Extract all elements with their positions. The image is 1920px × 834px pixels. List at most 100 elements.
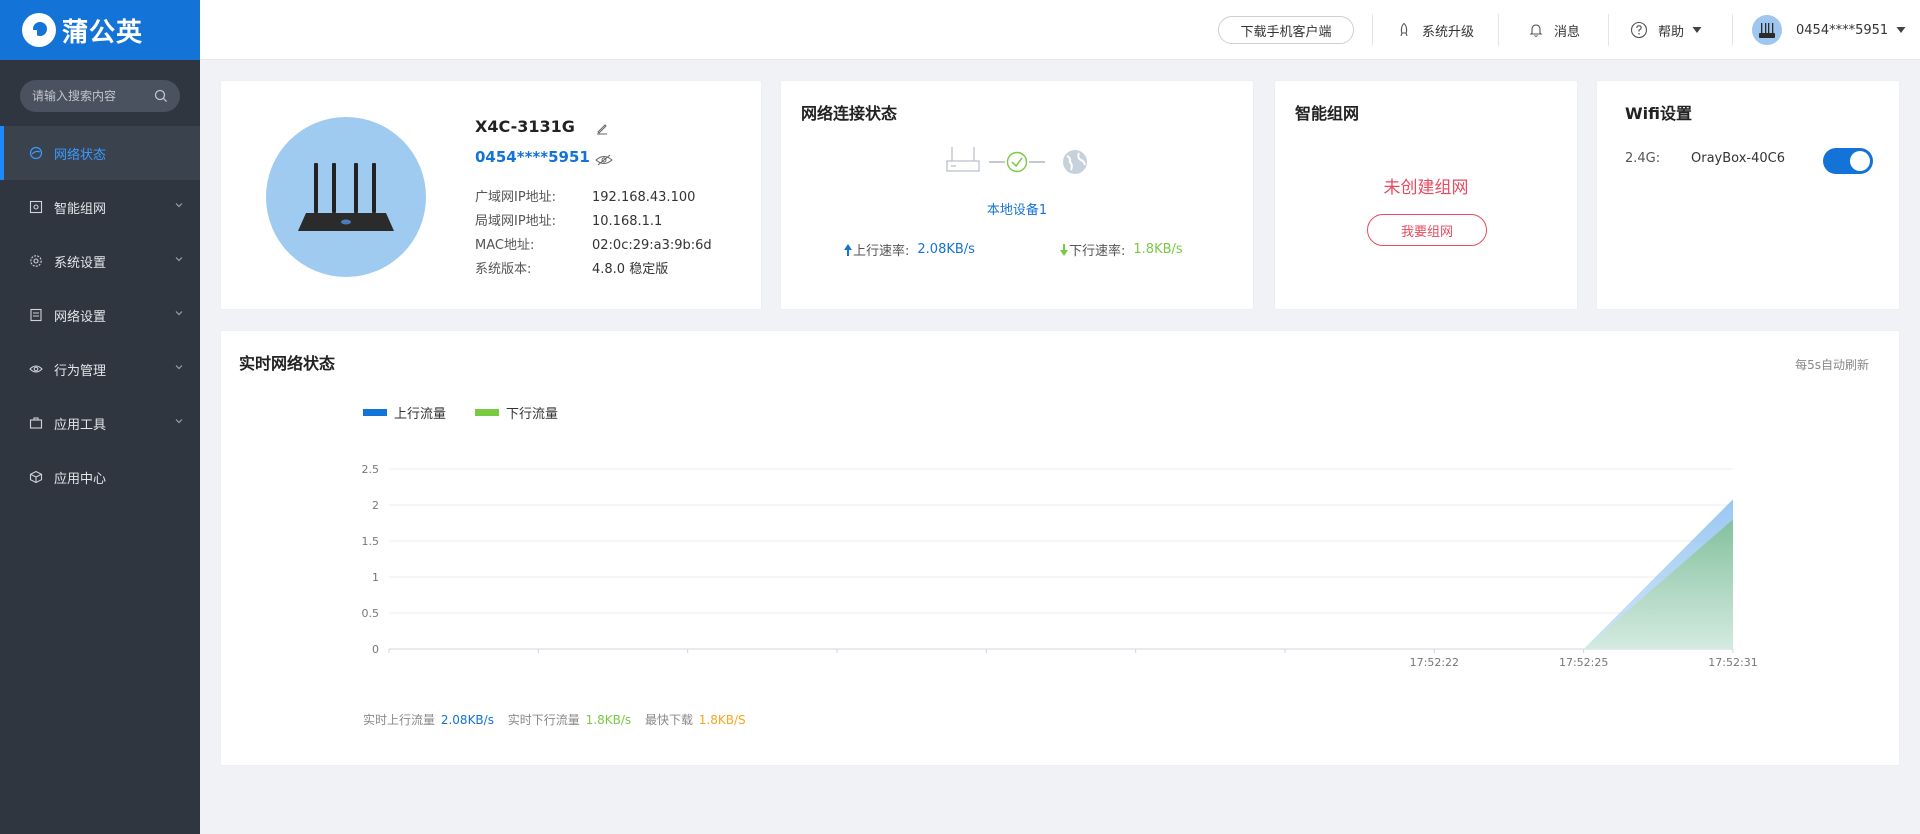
sidebar-item-system-settings[interactable]: 系统设置: [0, 234, 200, 288]
logo[interactable]: 蒲公英: [0, 0, 200, 60]
wifi-toggle[interactable]: [1823, 148, 1873, 174]
upgrade-label: 系统升级: [1422, 24, 1475, 40]
document-icon: [28, 307, 44, 323]
sidebar-item-app-center[interactable]: 应用中心: [0, 450, 200, 504]
network-status-icon: [28, 145, 44, 161]
sidebar-search: [20, 80, 180, 112]
header-divider: [1732, 14, 1733, 46]
download-app-button[interactable]: 下载手机客户端: [1218, 16, 1354, 44]
download-rate-label: 下行速率:: [1069, 244, 1126, 259]
router-device-icon: [946, 147, 980, 172]
x-tick-label: 17:52:31: [1708, 656, 1757, 669]
y-tick-label: 0.5: [362, 607, 380, 620]
sidebar-item-smart-network[interactable]: 智能组网: [0, 180, 200, 234]
info-value: 4.8.0 稳定版: [592, 262, 669, 277]
globe-icon: [1063, 150, 1087, 174]
header-divider: [1498, 14, 1499, 46]
info-value: 02:0c:29:a3:9b:6d: [592, 238, 712, 253]
sidebar-item-behavior-management[interactable]: 行为管理: [0, 342, 200, 396]
chevron-down-icon: [175, 365, 183, 370]
x-tick-label: 17:52:25: [1559, 656, 1608, 669]
account-name: 0454****5951: [1796, 22, 1889, 38]
info-label: 广域网IP地址:: [475, 190, 557, 205]
wifi-card: Wifi设置 2.4G: OrayBox-40C6: [1596, 80, 1900, 310]
y-tick-label: 2: [372, 499, 379, 512]
sidebar-item-network-settings[interactable]: 网络设置: [0, 288, 200, 342]
header-divider: [1608, 14, 1609, 46]
connected-check-icon: [989, 151, 1045, 173]
stat-up-label: 实时上行流量: [363, 713, 436, 727]
search-icon[interactable]: [154, 89, 168, 103]
cube-icon: [28, 469, 44, 485]
mac-row: MAC地址: 02:0c:29:a3:9b:6d: [475, 234, 712, 253]
rocket-icon: [1400, 22, 1408, 37]
sidebar: 蒲公英 网络状态 智能组网 系统设置 网络设置 行为管理: [0, 0, 200, 834]
search-input[interactable]: [32, 89, 154, 103]
top-header: 下载手机客户端 系统升级 消息 帮助 0454****5951: [200, 0, 1920, 60]
caret-down-icon: [1692, 27, 1702, 33]
account-menu[interactable]: 0454****5951: [1752, 0, 1906, 60]
sidebar-item-label: 网络状态: [54, 147, 107, 163]
logo-icon: [22, 13, 56, 47]
messages-button[interactable]: 消息: [1528, 0, 1580, 60]
device-id: 0454****5951: [475, 148, 590, 166]
toolbox-icon: [28, 415, 44, 431]
brand-name: 蒲公英: [62, 17, 144, 48]
caret-down-icon: [1896, 27, 1906, 33]
device-card: X4C-3131G 0454****5951 广域网IP地址: 192.168.4…: [220, 80, 762, 310]
sidebar-item-network-status[interactable]: 网络状态: [0, 126, 200, 180]
wifi-band: 2.4G:: [1625, 151, 1661, 166]
help-menu[interactable]: 帮助: [1630, 0, 1702, 60]
edit-icon[interactable]: [595, 121, 609, 135]
messages-label: 消息: [1554, 24, 1581, 40]
eye-slash-icon[interactable]: [595, 153, 613, 167]
upload-rate-label: 上行速率:: [853, 244, 910, 259]
router-image: [266, 117, 426, 277]
arrow-down-icon: [1060, 243, 1068, 256]
info-label: MAC地址:: [475, 238, 535, 253]
sidebar-item-label: 系统设置: [54, 255, 107, 271]
wifi-band-row: 2.4G: OrayBox-40C6: [1625, 151, 1785, 166]
network-status-text: 未创建组网: [1383, 178, 1469, 198]
sidebar-item-label: 网络设置: [54, 309, 107, 325]
connection-card: 网络连接状态 本地设备1 上行速率: 2.08KB/s 下行速率: 1.8KB/…: [780, 80, 1254, 310]
realtime-card: 实时网络状态 每5s自动刷新 上行流量 下行流量 0 0.5 1 1.5 2 2.5 17:…: [220, 330, 1900, 766]
upload-rate: 上行速率: 2.08KB/s: [843, 240, 975, 259]
eye-icon: [28, 361, 44, 377]
smart-network-title: 智能组网: [1295, 104, 1360, 123]
bell-icon: [1529, 24, 1543, 37]
header-divider: [1372, 14, 1373, 46]
arrow-up-icon: [844, 243, 852, 256]
wan-ip-row: 广域网IP地址: 192.168.43.100: [475, 186, 695, 205]
x-tick-label: 17:52:22: [1410, 656, 1459, 669]
stat-down-value: 1.8KB/s: [585, 713, 632, 727]
traffic-chart: 0 0.5 1 1.5 2 2.5 17:52:22 17:52:25 17:52:31: [362, 463, 1758, 669]
stat-peak-label: 最快下载: [644, 713, 693, 727]
upload-rate-value: 2.08KB/s: [917, 242, 975, 257]
lan-ip-row: 局域网IP地址: 10.168.1.1: [475, 210, 662, 229]
download-rate-value: 1.8KB/s: [1133, 242, 1183, 257]
create-network-button[interactable]: 我要组网: [1367, 214, 1487, 246]
info-value: 192.168.43.100: [592, 190, 696, 205]
local-device-label: 本地设备1: [986, 203, 1048, 218]
sidebar-item-label: 应用工具: [54, 417, 107, 433]
avatar: [1752, 15, 1782, 45]
y-tick-label: 2.5: [362, 463, 380, 476]
sidebar-nav: 网络状态 智能组网 系统设置 网络设置 行为管理 应用工具 应用中心: [0, 126, 200, 504]
wifi-title: Wifi设置: [1625, 104, 1692, 123]
sidebar-item-label: 应用中心: [54, 471, 107, 487]
network-icon: [28, 199, 44, 215]
sidebar-item-label: 智能组网: [54, 201, 107, 217]
chevron-down-icon: [175, 311, 183, 316]
y-tick-label: 1.5: [362, 535, 380, 548]
help-icon: [1630, 21, 1648, 39]
info-label: 系统版本:: [475, 262, 532, 277]
y-tick-label: 0: [372, 643, 379, 656]
sidebar-item-app-tools[interactable]: 应用工具: [0, 396, 200, 450]
connection-title: 网络连接状态: [801, 104, 898, 123]
info-label: 局域网IP地址:: [475, 214, 557, 229]
upgrade-button[interactable]: 系统升级: [1396, 0, 1474, 60]
wifi-ssid: OrayBox-40C6: [1691, 151, 1785, 166]
stat-down-label: 实时下行流量: [507, 713, 580, 727]
gear-icon: [28, 253, 44, 269]
